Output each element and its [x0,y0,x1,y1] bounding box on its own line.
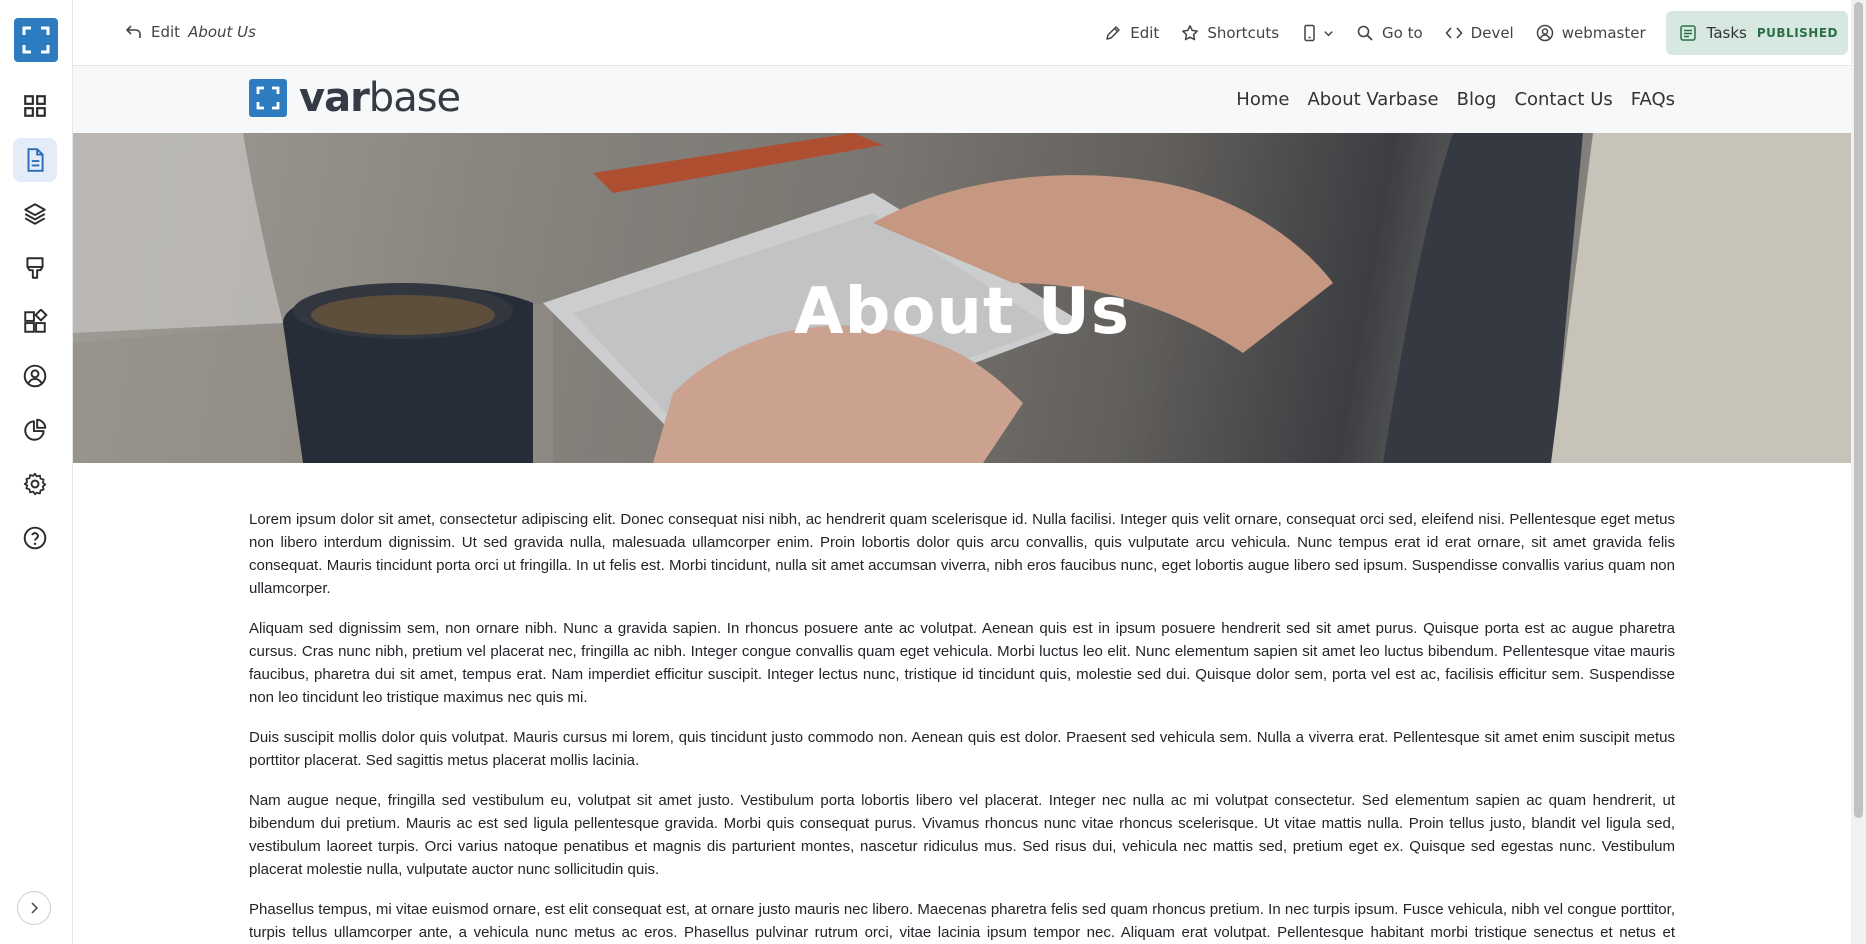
user-circle-icon [23,364,47,388]
scrollbar-thumb[interactable] [1854,2,1863,818]
hero-banner: About Us [73,133,1851,463]
sidebar-content[interactable] [13,138,57,182]
frame-corners-icon [256,86,280,110]
nav-faqs[interactable]: FAQs [1631,89,1675,110]
mobile-device-icon [1304,24,1315,42]
sidebar-reports[interactable] [13,408,57,452]
layers-icon [24,203,46,225]
sidebar-expand-button[interactable] [17,891,51,925]
user-circle-icon [1536,24,1553,42]
chevron-down-icon [1324,30,1333,36]
sidebar-structure[interactable] [13,192,57,236]
toolbar-tasks-label: Tasks [1706,24,1747,42]
body-paragraph: Lorem ipsum dolor sit amet, consectetur … [249,511,1675,597]
page-body: Lorem ipsum dolor sit amet, consectetur … [249,508,1675,944]
admin-toolbar: Edit About Us Edit Shortcuts Go to Devel… [73,0,1851,66]
toolbar-edit[interactable]: Edit [1093,13,1170,53]
toolbar-edit-label: Edit [1130,24,1160,42]
pie-chart-icon [24,418,47,441]
toolbar-shortcuts-label: Shortcuts [1207,24,1280,42]
varbase-logo-icon[interactable] [14,18,58,62]
grid-icon [24,95,46,117]
body-paragraph: Nam augue neque, fringilla sed vestibulu… [249,792,1675,878]
sidebar-extend[interactable] [13,300,57,344]
task-list-icon [1679,25,1696,41]
edit-node-back-link[interactable]: Edit About Us [125,20,256,44]
star-icon [1182,25,1199,41]
logo-wordmark-rest: base [368,75,461,121]
nav-contact-us[interactable]: Contact Us [1514,89,1612,110]
sidebar-dashboard[interactable] [13,84,57,128]
page-title: About Us [794,275,1130,349]
sidebar-people[interactable] [13,354,57,398]
sidebar-appearance[interactable] [13,246,57,290]
nav-home[interactable]: Home [1236,89,1289,110]
logo-wordmark-bold: var [299,75,370,121]
toolbar-goto[interactable]: Go to [1345,13,1434,53]
return-arrow-icon [126,25,141,38]
toolbar-user-label: webmaster [1561,24,1646,42]
toolbar-devel[interactable]: Devel [1434,13,1525,53]
code-icon [1445,27,1462,39]
toolbar-responsive-preview[interactable] [1290,13,1345,53]
back-node-title: About Us [188,23,256,41]
admin-sidebar [0,0,73,944]
varbase-mark-icon [249,79,287,117]
search-icon [1357,25,1373,41]
site-logo[interactable]: varbase [249,78,461,118]
help-circle-icon [23,526,47,550]
main-navigation: Home About Varbase Blog Contact Us FAQs [1236,66,1675,133]
pencil-icon [1106,26,1120,40]
toolbar-tasks-button[interactable]: Tasks PUBLISHED [1665,11,1848,55]
body-paragraph: Duis suscipit mollis dolor quis volutpat… [249,729,1675,769]
body-paragraph: Phasellus tempus, mi vitae euismod ornar… [249,901,1675,941]
status-badge: PUBLISHED [1756,26,1838,40]
back-prefix: Edit [151,23,181,41]
paint-brush-icon [26,257,44,279]
toolbar-shortcuts[interactable]: Shortcuts [1170,13,1290,53]
toolbar-devel-label: Devel [1470,24,1514,42]
body-paragraph: Aliquam sed dignissim sem, non ornare ni… [249,620,1675,706]
logo-wordmark: varbase [299,78,461,118]
sidebar-help[interactable] [13,516,57,560]
site-header: varbase Home About Varbase Blog Contact … [73,66,1851,133]
puzzle-blocks-icon [24,309,48,333]
toolbar-actions: Edit Shortcuts Go to Devel webmaster Tas… [1093,0,1851,66]
nav-blog[interactable]: Blog [1457,89,1497,110]
toolbar-goto-label: Go to [1382,24,1423,42]
nav-about-varbase[interactable]: About Varbase [1307,89,1438,110]
frame-corners-icon [22,26,50,54]
gear-icon [23,472,47,496]
page-scrollbar[interactable] [1851,0,1866,944]
toolbar-user[interactable]: webmaster [1525,13,1657,53]
file-icon [27,148,44,172]
sidebar-configuration[interactable] [13,462,57,506]
chevron-right-icon [31,902,39,914]
